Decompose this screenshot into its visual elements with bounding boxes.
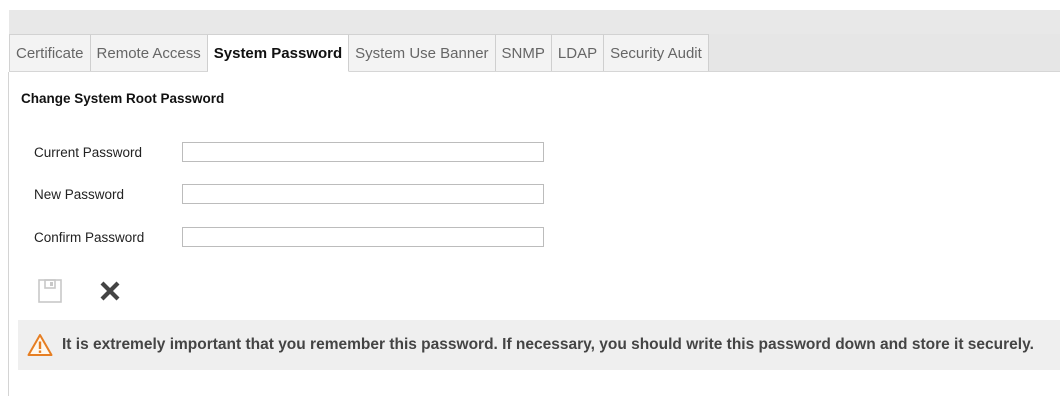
confirm-password-label: Confirm Password	[34, 229, 145, 245]
new-password-row: New Password	[34, 183, 544, 205]
current-password-label: Current Password	[34, 144, 143, 160]
tab-ldap[interactable]: LDAP	[551, 34, 605, 71]
tab-bar-filler	[708, 34, 1060, 71]
current-password-row: Current Password	[34, 141, 544, 163]
tab-bar: Certificate Remote Access System Passwor…	[9, 34, 1060, 72]
tab-certificate[interactable]: Certificate	[9, 34, 91, 71]
header-strip	[9, 10, 1060, 34]
warning-banner: It is extremely important that you remem…	[18, 320, 1060, 370]
warning-icon	[18, 333, 62, 357]
tab-system-use-banner[interactable]: System Use Banner	[349, 34, 496, 71]
save-button[interactable]	[35, 276, 65, 306]
tab-remote-access[interactable]: Remote Access	[90, 34, 208, 71]
tab-security-audit[interactable]: Security Audit	[604, 34, 709, 71]
save-icon	[38, 279, 62, 303]
system-password-page: Certificate Remote Access System Passwor…	[0, 0, 1060, 396]
section-title: Change System Root Password	[21, 91, 225, 106]
content-left-border	[8, 72, 9, 396]
tab-system-password[interactable]: System Password	[207, 34, 350, 72]
close-icon	[100, 281, 120, 301]
confirm-password-row: Confirm Password	[34, 226, 544, 248]
cancel-button[interactable]	[95, 276, 125, 306]
confirm-password-input[interactable]	[182, 227, 544, 247]
new-password-label: New Password	[34, 186, 125, 202]
tab-snmp[interactable]: SNMP	[495, 34, 552, 71]
current-password-input[interactable]	[182, 142, 544, 162]
warning-message: It is extremely important that you remem…	[62, 336, 1034, 353]
top-band	[0, 0, 1060, 10]
new-password-input[interactable]	[182, 184, 544, 204]
